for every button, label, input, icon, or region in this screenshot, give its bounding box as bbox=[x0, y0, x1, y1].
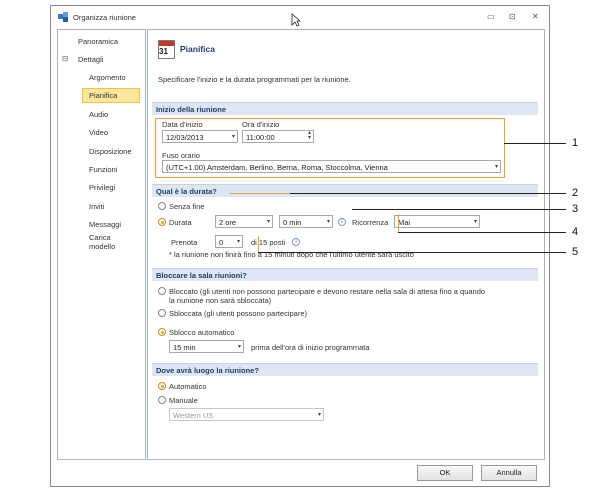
sidebar-item-video[interactable]: Video bbox=[89, 128, 108, 137]
callout-vline-4 bbox=[398, 214, 399, 233]
section-sala: Bloccare la sala riunioni? bbox=[152, 268, 538, 281]
section-durata-title: Qual è la durata? bbox=[156, 187, 217, 196]
callout-line-4 bbox=[398, 232, 566, 233]
callout-number-4: 4 bbox=[572, 226, 579, 238]
info-icon[interactable]: i bbox=[292, 238, 300, 246]
no-end-label: Senza fine bbox=[169, 202, 205, 211]
minimize-icon[interactable]: ▭ bbox=[487, 12, 495, 21]
section-inizio: Inizio della riunione bbox=[152, 102, 538, 115]
callout-number-3: 3 bbox=[572, 203, 579, 215]
duration-minutes-select[interactable]: 0 min ▾ bbox=[279, 215, 333, 228]
unlocked-radio[interactable] bbox=[158, 309, 166, 317]
locked-radio[interactable] bbox=[158, 287, 166, 295]
callout-number-2: 2 bbox=[572, 187, 579, 199]
page-description: Specificare l'inizio e la durata program… bbox=[158, 75, 351, 84]
spinner-icon: ▴ ▾ bbox=[307, 130, 311, 141]
sidebar-item-disposizione[interactable]: Disposizione bbox=[89, 147, 132, 156]
auto-unlock-radio[interactable] bbox=[158, 328, 166, 336]
locked-label-line2: la riunione non sarà sbloccata) bbox=[169, 296, 272, 305]
sidebar-item-messaggi[interactable]: Messaggi bbox=[89, 220, 121, 229]
chevron-down-icon: ▾ bbox=[473, 219, 477, 225]
location-auto-radio[interactable] bbox=[158, 382, 166, 390]
date-label: Data d'inizio bbox=[162, 120, 203, 129]
chevron-down-icon: ▾ bbox=[494, 164, 498, 170]
callout-line-2a bbox=[230, 193, 290, 194]
date-field[interactable]: 12/03/2013 ▾ bbox=[162, 130, 238, 143]
callout-number-1: 1 bbox=[572, 137, 579, 149]
sidebar-item-privilegi[interactable]: Privilegi bbox=[89, 183, 115, 192]
callout-number-5: 5 bbox=[572, 246, 579, 258]
auto-unlock-label: Sblocco automatico bbox=[169, 328, 235, 337]
sidebar: Panoramica ⊟ Dettagli Argomento Pianific… bbox=[57, 29, 146, 460]
expander-icon[interactable]: ⊟ bbox=[62, 54, 68, 63]
page-title: Pianifica bbox=[180, 44, 215, 54]
chevron-down-icon: ▾ bbox=[326, 219, 330, 225]
time-field[interactable]: 11:00:00 ▴ ▾ bbox=[242, 130, 314, 143]
ok-button[interactable]: OK bbox=[417, 465, 473, 481]
callout-vline-5 bbox=[258, 236, 259, 252]
unlocked-label: Sbloccata (gli utenti possono partecipar… bbox=[169, 309, 307, 318]
mouse-cursor-icon bbox=[291, 13, 301, 27]
callout-line-5 bbox=[258, 252, 566, 253]
sidebar-item-funzioni[interactable]: Funzioni bbox=[89, 165, 117, 174]
app-icon bbox=[58, 12, 68, 22]
location-manual-label: Manuale bbox=[169, 396, 198, 405]
sidebar-item-carica[interactable]: Carica bbox=[89, 233, 111, 242]
chevron-down-icon: ▾ bbox=[266, 219, 270, 225]
section-luogo-title: Dove avrà luogo la riunione? bbox=[156, 366, 259, 375]
close-icon[interactable]: ✕ bbox=[532, 12, 539, 21]
timezone-label: Fuso orario bbox=[162, 151, 200, 160]
sidebar-item-audio[interactable]: Audio bbox=[89, 110, 108, 119]
organize-meeting-window: Organizza riunione ▭ ⊡ ✕ Panoramica ⊟ De… bbox=[50, 5, 550, 487]
recurrence-label: Ricorrenza bbox=[352, 218, 389, 227]
duration-label: Durata bbox=[169, 218, 192, 227]
timezone-select[interactable]: (UTC+1.00) Amsterdam, Berlino, Berna, Ro… bbox=[162, 160, 501, 173]
auto-unlock-suffix: prima dell'ora di inizio programmata bbox=[251, 343, 370, 352]
info-icon[interactable]: i bbox=[338, 218, 346, 226]
section-luogo: Dove avrà luogo la riunione? bbox=[152, 363, 538, 376]
location-manual-radio[interactable] bbox=[158, 396, 166, 404]
location-auto-label: Automatico bbox=[169, 382, 207, 391]
locked-label-line1: Bloccato (gli utenti non possono parteci… bbox=[169, 287, 486, 296]
content-pane: 31 Pianifica Specificare l'inizio e la d… bbox=[147, 29, 545, 460]
cancel-button[interactable]: Annulla bbox=[481, 465, 537, 481]
duration-radio[interactable] bbox=[158, 218, 166, 226]
reserve-select[interactable]: 0 ▾ bbox=[215, 235, 243, 248]
sidebar-item-inviti[interactable]: Inviti bbox=[89, 202, 104, 211]
sidebar-item-modello[interactable]: modello bbox=[89, 242, 115, 251]
chevron-down-icon: ▾ bbox=[237, 344, 241, 350]
callout-line-3 bbox=[352, 209, 566, 210]
reserve-label: Prenota bbox=[171, 238, 198, 247]
chevron-down-icon: ▾ bbox=[231, 134, 235, 140]
duration-hours-select[interactable]: 2 ore ▾ bbox=[215, 215, 273, 228]
region-select[interactable]: Western US ▾ bbox=[169, 408, 324, 421]
restore-icon[interactable]: ⊡ bbox=[509, 12, 516, 21]
callout-line-2 bbox=[290, 193, 566, 194]
calendar-icon: 31 bbox=[158, 40, 175, 59]
recurrence-select[interactable]: Mai ▾ bbox=[394, 215, 480, 228]
window-title: Organizza riunione bbox=[73, 13, 136, 22]
chevron-down-icon: ▾ bbox=[236, 239, 240, 245]
chevron-down-icon: ▾ bbox=[317, 412, 321, 418]
section-inizio-title: Inizio della riunione bbox=[156, 105, 227, 114]
callout-line-1 bbox=[504, 143, 566, 144]
reserve-suffix: di 15 posti bbox=[251, 238, 286, 247]
sidebar-item-dettagli[interactable]: Dettagli bbox=[78, 55, 103, 64]
no-end-radio[interactable] bbox=[158, 202, 166, 210]
section-durata: Qual è la durata? bbox=[152, 184, 538, 197]
title-bar: Organizza riunione ▭ ⊡ ✕ bbox=[51, 6, 549, 28]
sidebar-item-panoramica[interactable]: Panoramica bbox=[78, 37, 118, 46]
sidebar-item-pianifica[interactable]: Pianifica bbox=[82, 88, 140, 103]
calendar-number: 31 bbox=[159, 47, 168, 56]
auto-unlock-select[interactable]: 15 min ▾ bbox=[169, 340, 244, 353]
time-label: Ora d'inizio bbox=[242, 120, 280, 129]
section-sala-title: Bloccare la sala riunioni? bbox=[156, 271, 247, 280]
sidebar-item-argomento[interactable]: Argomento bbox=[89, 73, 126, 82]
